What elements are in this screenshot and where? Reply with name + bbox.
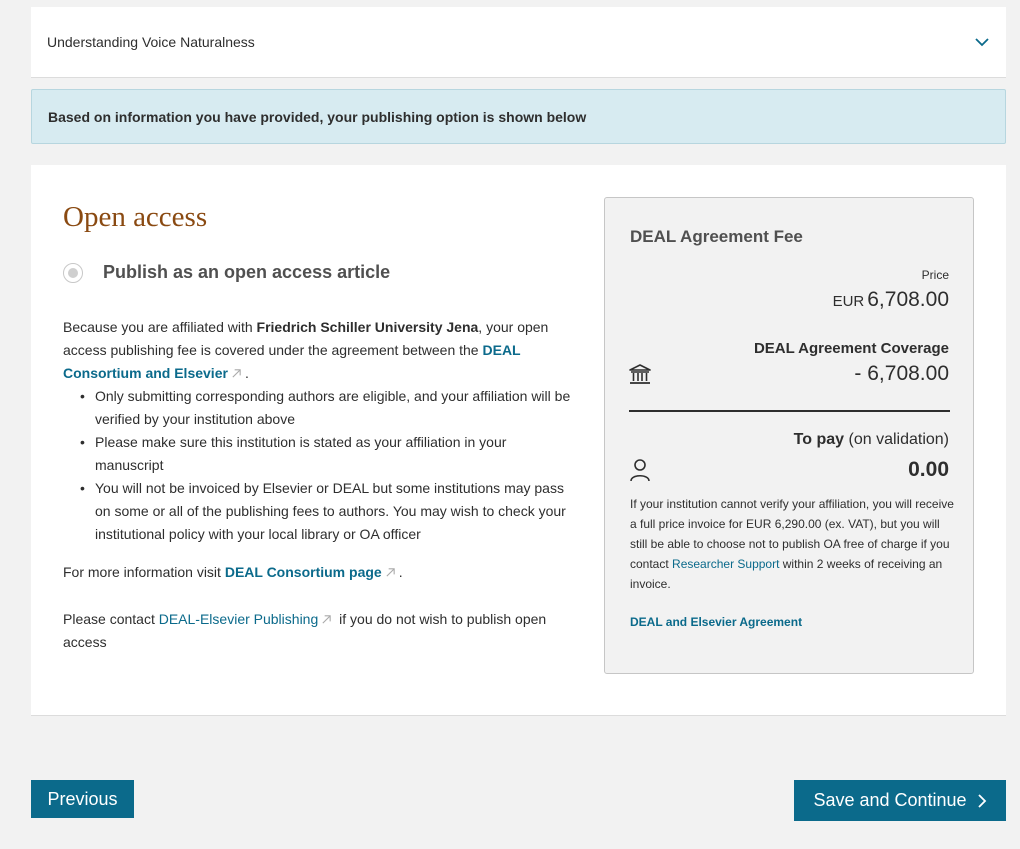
publishing-option-card: Open access Publish as an open access ar… [31, 165, 1006, 716]
fee-summary-box: DEAL Agreement Fee Price EUR 6,708.00 DEA… [604, 197, 974, 674]
price-value: EUR 6,708.00 [833, 288, 949, 312]
intro-suffix: . [244, 365, 249, 381]
intro-prefix: Because you are affiliated with [63, 319, 257, 335]
to-pay-strong: To pay [793, 431, 845, 448]
to-pay-value: 0.00 [908, 458, 949, 481]
radio-label: Publish as an open access article [103, 262, 391, 282]
institution-bank-icon [629, 364, 651, 384]
accordion-title: Understanding Voice Naturalness [47, 34, 255, 50]
coverage-label: DEAL Agreement Coverage [753, 340, 949, 357]
deal-elsevier-publishing-link[interactable]: DEAL-Elsevier Publishing [159, 611, 319, 627]
chevron-down-icon[interactable] [974, 34, 990, 50]
eligibility-list: Only submitting corresponding authors ar… [63, 385, 573, 546]
list-item: You will not be invoiced by Elsevier or … [63, 477, 573, 546]
fee-divider [629, 410, 950, 412]
info-banner: Based on information you have provided, … [31, 89, 1006, 144]
more-info-paragraph: For more information visit DEAL Consorti… [63, 561, 573, 584]
user-icon [630, 459, 650, 482]
coverage-value: - 6,708.00 [854, 362, 949, 385]
contact-paragraph: Please contact DEAL-Elsevier Publishing … [63, 608, 573, 654]
contact-prefix: Please contact [63, 611, 159, 627]
fee-title: DEAL Agreement Fee [630, 227, 803, 246]
open-access-radio-option[interactable]: Publish as an open access article [63, 262, 390, 283]
open-access-description: Because you are affiliated with Friedric… [63, 316, 573, 654]
fee-note: If your institution cannot verify your a… [630, 494, 955, 594]
institution-name: Friedrich Schiller University Jena [256, 319, 479, 335]
external-link-icon [322, 615, 331, 624]
list-item: Please make sure this institution is sta… [63, 431, 573, 477]
deal-elsevier-agreement-link[interactable]: DEAL and Elsevier Agreement [630, 615, 802, 629]
researcher-support-link[interactable]: Researcher Support [672, 557, 779, 571]
radio-dot [68, 267, 78, 278]
list-item: Only submitting corresponding authors ar… [63, 385, 573, 431]
info-banner-text: Based on information you have provided, … [48, 108, 587, 125]
save-and-continue-label: Save and Continue [813, 790, 967, 810]
save-and-continue-button[interactable]: Save and Continue [794, 780, 1006, 821]
open-access-title: Open access [63, 201, 208, 233]
to-pay-qualifier: (on validation) [844, 431, 949, 448]
to-pay-label: To pay (on validation) [794, 431, 949, 449]
previous-button-label: Previous [47, 788, 118, 809]
more-info-suffix: . [398, 564, 403, 580]
external-link-icon [232, 369, 241, 378]
price-amount: 6,708.00 [867, 288, 949, 311]
accordion-header[interactable]: Understanding Voice Naturalness [31, 7, 1006, 78]
price-currency: EUR [832, 293, 865, 310]
deal-consortium-page-link[interactable]: DEAL Consortium page [225, 564, 382, 580]
chevron-right-icon [977, 793, 986, 808]
previous-button[interactable]: Previous [31, 780, 134, 818]
more-info-prefix: For more information visit [63, 564, 225, 580]
radio-button[interactable] [63, 262, 83, 283]
intro-paragraph: Because you are affiliated with Friedric… [63, 316, 573, 385]
price-label: Price [921, 268, 949, 282]
external-link-icon [386, 568, 395, 577]
